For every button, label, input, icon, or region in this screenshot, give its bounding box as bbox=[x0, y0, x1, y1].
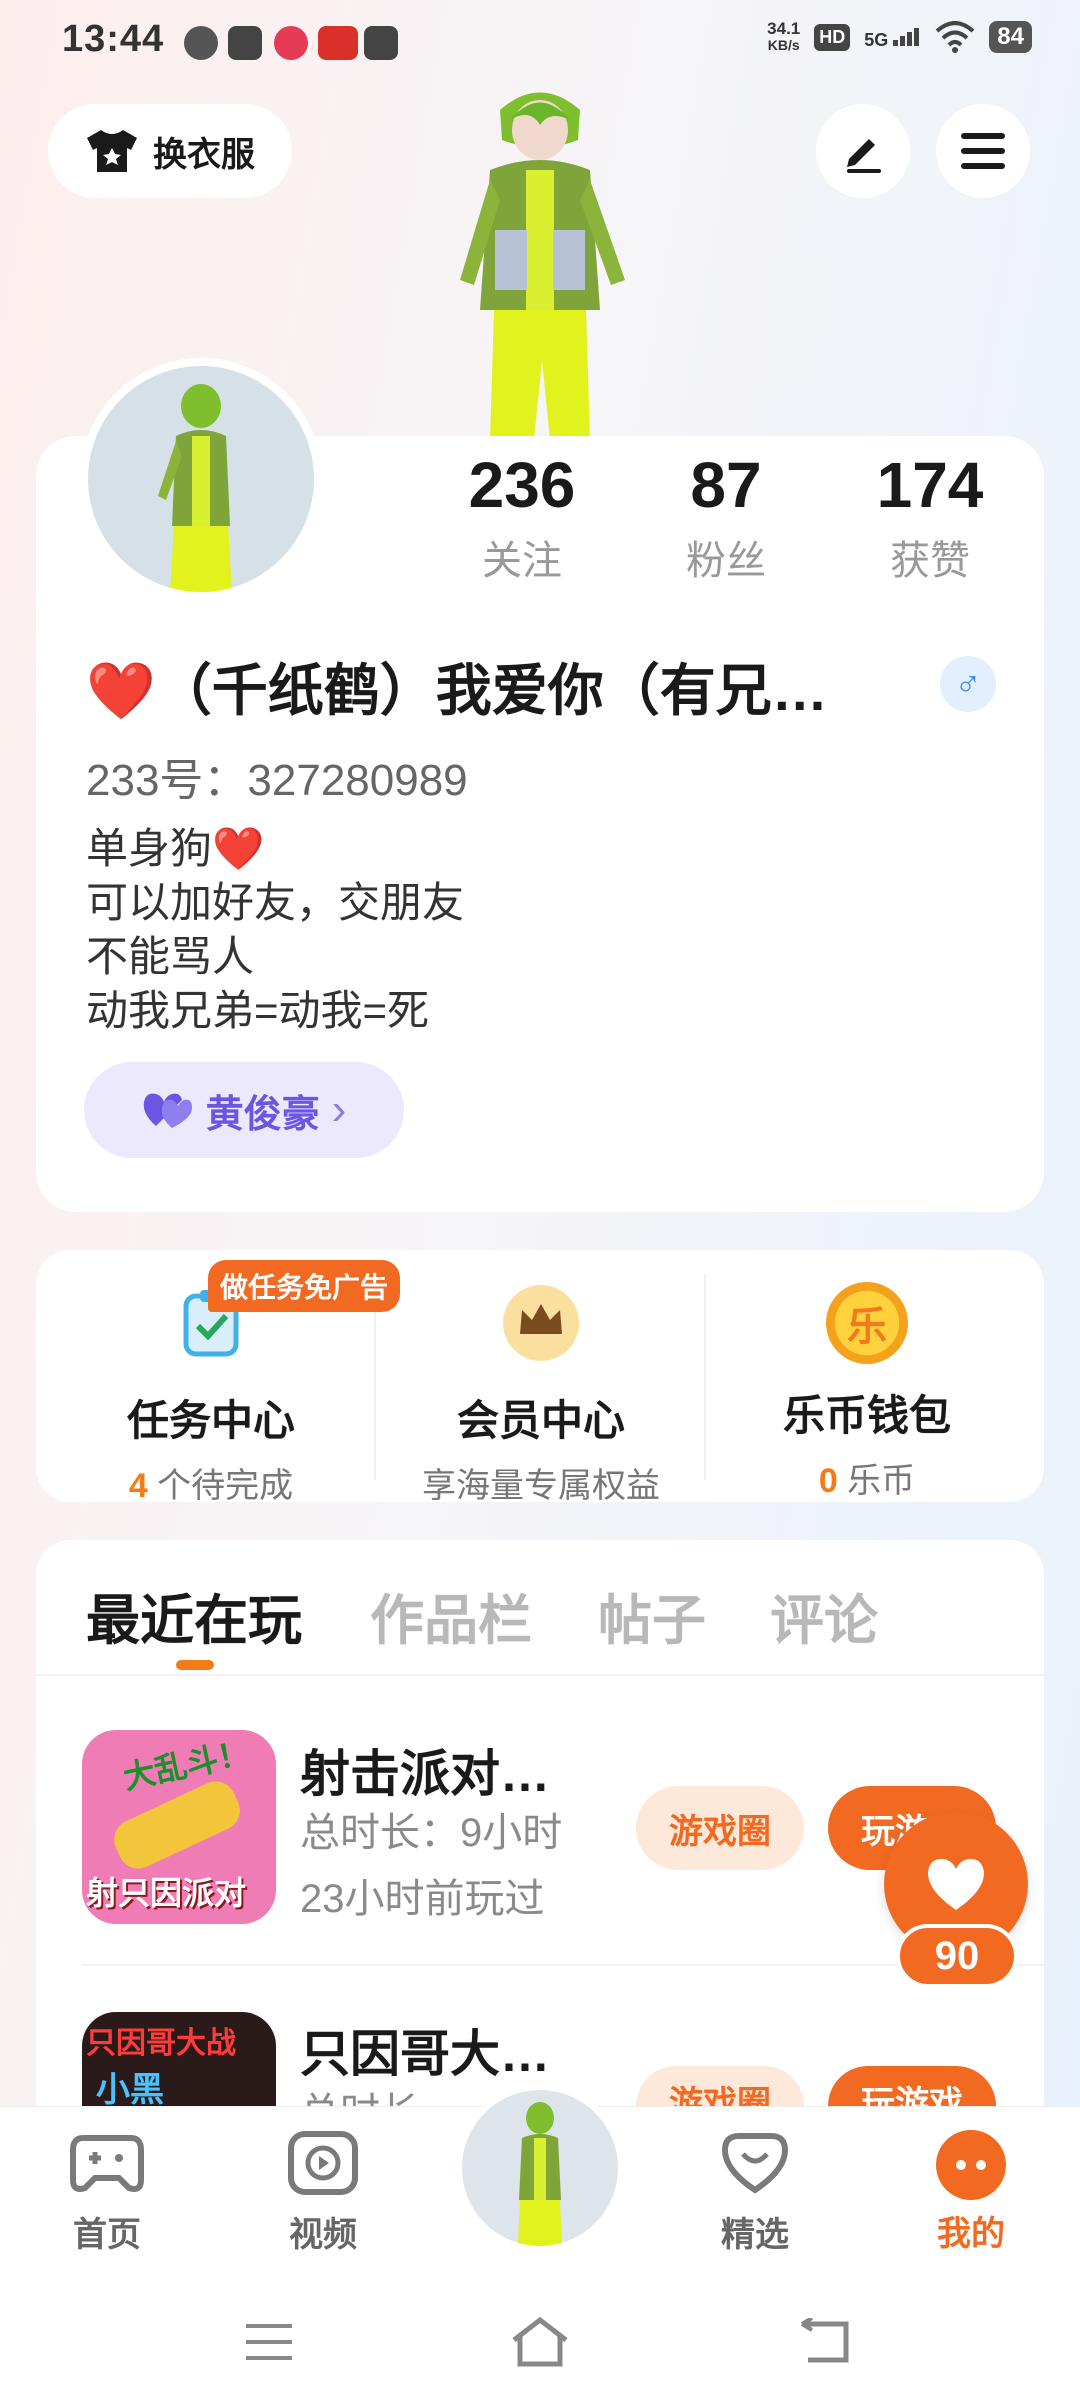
tab-comments[interactable]: 评论 bbox=[770, 1576, 878, 1655]
nickname: ❤️（千纸鹤）我爱你（有兄… bbox=[86, 659, 828, 722]
status-indicators: 34.1 KB/s HD 5G 84 bbox=[767, 20, 1032, 54]
nav-home[interactable]: 首页 bbox=[32, 2130, 182, 2256]
bio: 单身狗❤️ 可以加好友，交朋友 不能骂人 动我兄弟=动我=死 bbox=[86, 825, 465, 1034]
coin-icon: 乐 bbox=[826, 1282, 908, 1364]
video-notification-icon bbox=[228, 26, 262, 60]
menu-button[interactable] bbox=[936, 104, 1030, 198]
recent-apps-icon[interactable] bbox=[244, 2322, 294, 2362]
game-circle-button[interactable]: 游戏圈 bbox=[636, 1786, 804, 1870]
coin-wallet[interactable]: 乐 乐币钱包 0 乐币 bbox=[702, 1262, 1032, 1502]
wifi-icon bbox=[935, 21, 975, 53]
avatar-character bbox=[158, 384, 232, 592]
signal-icon: 5G bbox=[864, 26, 921, 49]
user-id[interactable]: 233号：327280989 bbox=[86, 744, 468, 808]
tab-recently-played[interactable]: 最近在玩 bbox=[86, 1576, 302, 1655]
play-game-button[interactable]: 玩游戏 bbox=[828, 2066, 996, 2106]
divider bbox=[36, 1674, 1044, 1676]
avatar-character bbox=[518, 2102, 562, 2246]
game-title[interactable]: 射击派对… bbox=[300, 1734, 550, 1806]
tab-posts[interactable]: 帖子 bbox=[598, 1576, 706, 1655]
nav-featured[interactable]: 精选 bbox=[680, 2130, 830, 2256]
battery-icon: 84 bbox=[989, 21, 1032, 53]
relationship-tag[interactable]: 黄俊豪 › bbox=[84, 1062, 404, 1158]
play-icon bbox=[288, 2131, 358, 2195]
game-meta: 总时长：9小时 23小时前玩过 bbox=[300, 1811, 563, 1921]
nav-video[interactable]: 视频 bbox=[248, 2130, 398, 2256]
tshirt-icon bbox=[87, 130, 137, 172]
menu-icon bbox=[961, 133, 1005, 169]
avatar[interactable] bbox=[80, 358, 322, 600]
center-avatar-button[interactable] bbox=[456, 2084, 624, 2252]
game-title[interactable]: 只因哥大… bbox=[300, 2014, 550, 2086]
heart-icon bbox=[927, 1858, 985, 1910]
app-notification-icon bbox=[184, 26, 218, 60]
character-figure[interactable] bbox=[430, 80, 650, 440]
home-icon[interactable] bbox=[510, 2316, 570, 2368]
news-notification-icon bbox=[318, 26, 358, 60]
double-heart-icon bbox=[143, 1093, 192, 1128]
game-icon-shooting-party[interactable]: 大乱斗！ 射只因派对 bbox=[82, 1730, 276, 1924]
app-notification-icon bbox=[274, 26, 308, 60]
likes-stat[interactable]: 174 获赞 bbox=[840, 448, 1020, 586]
like-count: 90 bbox=[896, 1924, 1018, 1988]
heart-chat-icon bbox=[721, 2133, 789, 2194]
game-meta: 总时长 bbox=[300, 2080, 420, 2106]
edit-profile-button[interactable] bbox=[816, 104, 910, 198]
crown-icon bbox=[503, 1285, 579, 1361]
game-icon-brother-battle[interactable]: 只因哥大战 小黑 bbox=[82, 2012, 276, 2106]
no-ads-badge: 做任务免广告 bbox=[208, 1260, 401, 1312]
chevron-right-icon: › bbox=[331, 1085, 347, 1134]
dots-icon bbox=[936, 2130, 1006, 2200]
tab-works[interactable]: 作品栏 bbox=[370, 1576, 532, 1655]
status-time: 13:44 bbox=[62, 18, 165, 60]
store-notification-icon bbox=[364, 26, 398, 60]
following-stat[interactable]: 236 关注 bbox=[432, 448, 612, 586]
male-icon: ♂ bbox=[940, 656, 996, 712]
change-outfit-button[interactable]: 换衣服 bbox=[48, 104, 292, 198]
nav-me[interactable]: 我的 bbox=[896, 2130, 1046, 2255]
pencil-icon bbox=[847, 139, 881, 173]
followers-stat[interactable]: 87 粉丝 bbox=[636, 448, 816, 586]
back-icon[interactable] bbox=[798, 2318, 852, 2366]
gamepad-icon bbox=[70, 2135, 144, 2192]
member-center[interactable]: 会员中心 享海量专属权益 bbox=[376, 1262, 706, 1507]
game-circle-button[interactable]: 游戏圈 bbox=[636, 2066, 804, 2106]
hd-icon: HD bbox=[814, 23, 851, 51]
tab-indicator bbox=[176, 1660, 214, 1670]
net-speed: 34.1 KB/s bbox=[767, 19, 801, 53]
